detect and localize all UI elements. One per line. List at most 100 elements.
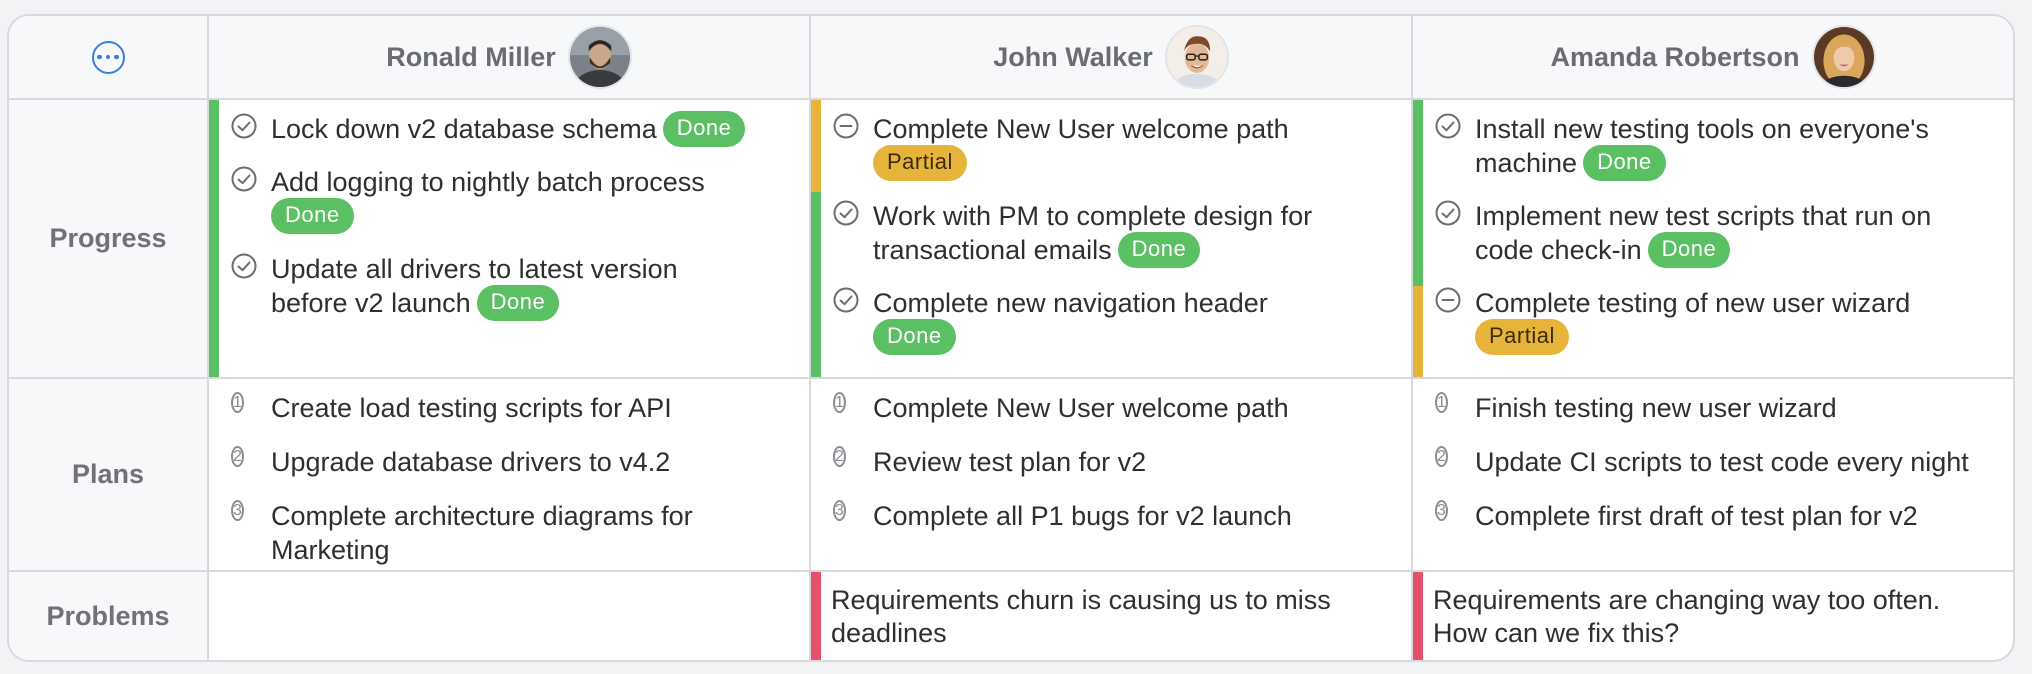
avatar[interactable] xyxy=(1164,25,1229,89)
progress-item[interactable]: Lock down v2 database schema Done xyxy=(231,110,793,149)
progress-item-text: Update all drivers to latest version bef… xyxy=(271,253,678,318)
row-label-plans: Plans xyxy=(9,379,209,572)
status-board: Ronald Miller John Walker Amanda Roberts… xyxy=(7,14,2015,662)
plan-item[interactable]: 1 Complete New User welcome path xyxy=(833,391,1395,425)
plan-item[interactable]: 3 Complete first draft of test plan for … xyxy=(1435,499,1997,533)
number-circle-icon: 1 xyxy=(833,392,846,413)
plans-cell-amanda: 1 Finish testing new user wizard 2 Updat… xyxy=(1413,379,2013,572)
plan-item[interactable]: 3 Complete all P1 bugs for v2 launch xyxy=(833,499,1395,533)
status-segment-problem xyxy=(1413,572,1423,660)
status-badge: Done xyxy=(1117,231,1201,268)
progress-item[interactable]: Complete new navigation header Done xyxy=(833,286,1395,357)
progress-item[interactable]: Work with PM to complete design for tran… xyxy=(833,199,1395,270)
progress-item[interactable]: Complete New User welcome path Partial xyxy=(833,112,1395,183)
progress-item[interactable]: Install new testing tools on everyone's … xyxy=(1435,112,1997,183)
status-badge: Partial xyxy=(1475,318,1569,355)
avatar[interactable] xyxy=(567,25,632,89)
number-circle-icon: 1 xyxy=(1435,392,1448,413)
person-name: John Walker xyxy=(993,41,1153,72)
status-badge: Done xyxy=(662,110,746,147)
plan-item-text: Review test plan for v2 xyxy=(873,447,1147,477)
status-badge: Done xyxy=(1647,231,1731,268)
progress-item[interactable]: Implement new test scripts that run on c… xyxy=(1435,199,1997,270)
problem-text: Requirements are changing way too often.… xyxy=(1433,585,1941,648)
progress-cell-john: Complete New User welcome path Partial W… xyxy=(811,100,1413,379)
progress-item-text: Lock down v2 database schema xyxy=(271,114,657,144)
status-bar xyxy=(811,572,821,660)
plan-item[interactable]: 1 Finish testing new user wizard xyxy=(1435,391,1997,425)
plan-item-text: Create load testing scripts for API xyxy=(271,393,672,423)
problem-text: Requirements churn is causing us to miss… xyxy=(831,585,1331,648)
status-segment-done xyxy=(209,100,219,377)
check-circle-icon xyxy=(231,253,257,279)
progress-item-text: Complete New User welcome path xyxy=(873,114,1289,144)
check-circle-icon xyxy=(1435,200,1461,226)
progress-item-text: Complete testing of new user wizard xyxy=(1475,287,1911,318)
progress-item-text: Work with PM to complete design for tran… xyxy=(873,200,1313,265)
plans-cell-ronald: 1 Create load testing scripts for API 2 … xyxy=(209,379,811,572)
plan-item[interactable]: 1 Create load testing scripts for API xyxy=(231,391,793,425)
number-circle-icon: 3 xyxy=(1435,500,1448,521)
person-header-amanda: Amanda Robertson xyxy=(1413,16,2013,100)
status-badge: Done xyxy=(873,318,956,355)
board-corner xyxy=(9,16,209,100)
status-badge: Partial xyxy=(873,144,967,181)
progress-item[interactable]: Add logging to nightly batch process Don… xyxy=(231,165,793,236)
plan-item[interactable]: 2 Update CI scripts to test code every n… xyxy=(1435,445,1997,479)
check-circle-icon xyxy=(231,113,257,139)
plan-item-text: Update CI scripts to test code every nig… xyxy=(1475,447,1969,477)
check-circle-icon xyxy=(1435,113,1461,139)
problems-cell-john[interactable]: Requirements churn is causing us to miss… xyxy=(811,572,1413,660)
check-circle-icon xyxy=(833,200,859,226)
minus-circle-icon xyxy=(1435,287,1461,313)
problems-cell-amanda[interactable]: Requirements are changing way too often.… xyxy=(1413,572,2013,660)
row-label-progress: Progress xyxy=(9,100,209,379)
person-name: Amanda Robertson xyxy=(1550,41,1800,72)
status-segment-done xyxy=(1413,100,1423,286)
person-header-john: John Walker xyxy=(811,16,1413,100)
check-circle-icon xyxy=(231,166,257,192)
status-badge: Done xyxy=(1583,144,1666,181)
status-bar xyxy=(1413,572,1423,660)
plan-item-text: Complete New User welcome path xyxy=(873,393,1289,423)
plan-item-text: Finish testing new user wizard xyxy=(1475,393,1837,423)
check-circle-icon xyxy=(833,287,859,313)
number-circle-icon: 1 xyxy=(231,392,244,413)
progress-item-text: Add logging to nightly batch process xyxy=(271,166,705,197)
status-badge: Done xyxy=(476,284,560,321)
status-bar xyxy=(811,100,821,377)
person-header-ronald: Ronald Miller xyxy=(209,16,811,100)
status-segment-problem xyxy=(811,572,821,660)
progress-item-text: Install new testing tools on everyone's … xyxy=(1475,114,1929,178)
minus-circle-icon xyxy=(833,113,859,139)
more-horizontal-icon[interactable] xyxy=(91,40,125,74)
problems-cell-ronald[interactable] xyxy=(209,572,811,660)
progress-item[interactable]: Update all drivers to latest version bef… xyxy=(231,252,793,323)
status-bar xyxy=(1413,100,1423,377)
status-segment-partial xyxy=(1413,286,1423,377)
number-circle-icon: 2 xyxy=(231,446,244,467)
progress-item[interactable]: Complete testing of new user wizard Part… xyxy=(1435,286,1997,357)
number-circle-icon: 2 xyxy=(833,446,846,467)
plan-item-text: Complete all P1 bugs for v2 launch xyxy=(873,501,1292,531)
plan-item-text: Complete architecture diagrams for Marke… xyxy=(271,501,693,565)
progress-cell-ronald: Lock down v2 database schema Done Add log… xyxy=(209,100,811,379)
plans-cell-john: 1 Complete New User welcome path 2 Revie… xyxy=(811,379,1413,572)
status-segment-partial xyxy=(811,100,821,192)
plan-item[interactable]: 2 Upgrade database drivers to v4.2 xyxy=(231,445,793,479)
progress-cell-amanda: Install new testing tools on everyone's … xyxy=(1413,100,2013,379)
number-circle-icon: 2 xyxy=(1435,446,1448,467)
progress-item-text: Complete new navigation header xyxy=(873,287,1268,318)
plan-item-text: Complete first draft of test plan for v2 xyxy=(1475,501,1918,531)
status-bar xyxy=(209,100,219,377)
plan-item-text: Upgrade database drivers to v4.2 xyxy=(271,447,671,477)
number-circle-icon: 3 xyxy=(231,500,244,521)
plan-item[interactable]: 3 Complete architecture diagrams for Mar… xyxy=(231,499,793,567)
person-name: Ronald Miller xyxy=(386,41,556,72)
status-badge: Done xyxy=(271,197,354,234)
avatar[interactable] xyxy=(1811,25,1876,89)
plan-item[interactable]: 2 Review test plan for v2 xyxy=(833,445,1395,479)
status-segment-done xyxy=(811,192,821,377)
number-circle-icon: 3 xyxy=(833,500,846,521)
row-label-problems: Problems xyxy=(9,572,209,660)
